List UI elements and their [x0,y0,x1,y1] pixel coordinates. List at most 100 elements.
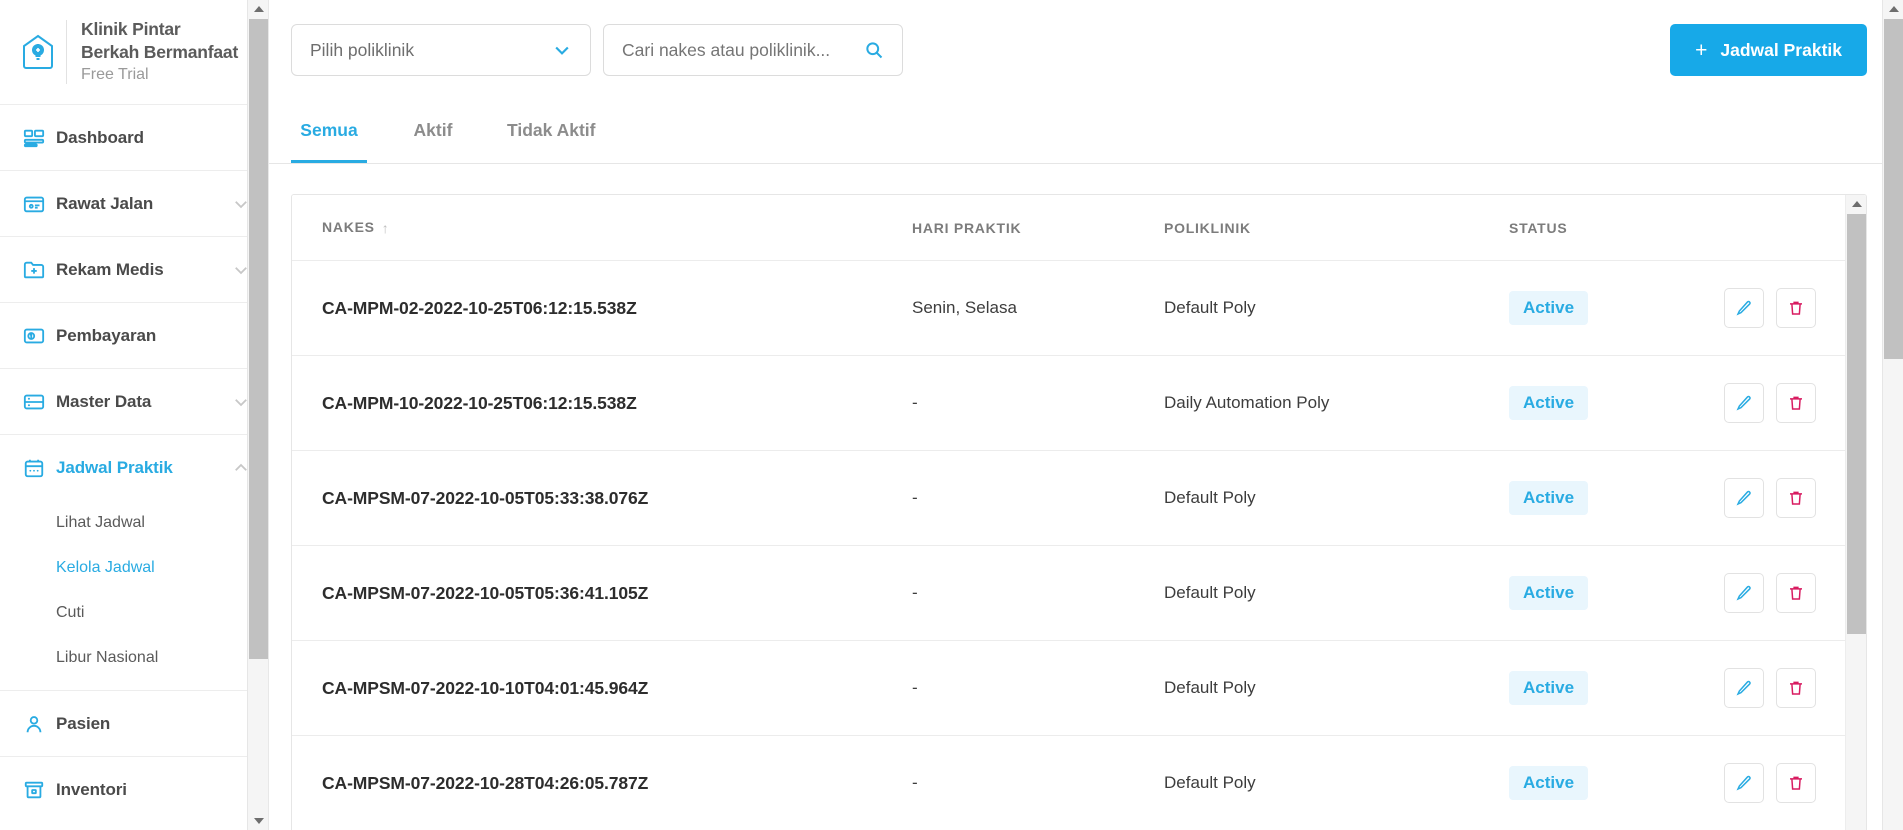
cell-hari-praktik: Senin, Selasa [912,260,1164,356]
table-row[interactable]: CA-MPSM-07-2022-10-05T05:33:38.076Z - De… [292,450,1866,546]
cell-hari-praktik: - [912,355,1164,451]
tab-label: Tidak Aktif [507,120,596,140]
jadwal-praktik-submenu: Lihat Jadwal Kelola Jadwal Cuti Libur Na… [0,500,268,690]
cell-poliklinik: Default Poly [1164,640,1509,736]
page-scrollbar[interactable] [1882,0,1903,830]
sidebar-item-dashboard[interactable]: Dashboard [0,104,268,170]
tab-tidak-aktif[interactable]: Tidak Aktif [499,101,604,163]
brand-text: Klinik Pintar Berkah Bermanfaat Free Tri… [81,18,238,87]
sidebar-item-master-data[interactable]: Master Data [0,368,268,434]
scroll-up-arrow-icon[interactable] [1883,0,1903,18]
schedule-table: NAKES ↑ HARI PRAKTIK POLIKLINIK STATUS C… [292,195,1866,830]
edit-row-button[interactable] [1724,763,1764,803]
delete-row-button[interactable] [1776,763,1816,803]
sidebar-subitem-label: Cuti [56,603,85,621]
column-header-nakes[interactable]: NAKES ↑ [292,195,912,261]
tab-aktif[interactable]: Aktif [395,101,471,163]
dashboard-icon [12,127,56,149]
sidebar-item-rekam-medis[interactable]: Rekam Medis [0,236,268,302]
column-header-status[interactable]: STATUS [1509,195,1724,261]
edit-row-button[interactable] [1724,383,1764,423]
sidebar-subitem-label: Lihat Jadwal [56,513,145,531]
edit-row-button[interactable] [1724,668,1764,708]
cell-hari-praktik: - [912,450,1164,546]
table-row[interactable]: CA-MPM-10-2022-10-25T06:12:15.538Z - Dai… [292,355,1866,451]
add-jadwal-praktik-button[interactable]: + Jadwal Praktik [1670,24,1867,76]
pencil-edit-icon [1735,394,1753,412]
trash-delete-icon [1787,774,1805,792]
sidebar-item-label: Inventori [56,779,127,799]
table-row[interactable]: CA-MPSM-07-2022-10-28T04:26:05.787Z - De… [292,736,1866,830]
cell-nakes: CA-MPSM-07-2022-10-28T04:26:05.787Z [322,772,649,793]
column-header-hari-praktik[interactable]: HARI PRAKTIK [912,195,1164,261]
sidebar-subitem-lihat-jadwal[interactable]: Lihat Jadwal [0,500,268,545]
database-icon [12,391,56,413]
tab-label: Aktif [413,120,453,140]
trash-delete-icon [1787,394,1805,412]
delete-row-button[interactable] [1776,288,1816,328]
sidebar-item-label: Dashboard [56,127,144,147]
cell-hari-praktik: - [912,773,918,792]
table-scrollbar-thumb[interactable] [1847,214,1866,634]
status-badge: Active [1509,481,1589,515]
tab-label: Semua [300,120,358,140]
sidebar-scrollbar[interactable] [247,0,268,830]
cell-poliklinik: Daily Automation Poly [1164,355,1509,451]
trash-delete-icon [1787,584,1805,602]
edit-row-button[interactable] [1724,288,1764,328]
patient-person-icon [12,713,56,735]
table-row[interactable]: CA-MPSM-07-2022-10-10T04:01:45.964Z - De… [292,640,1866,736]
table-header-row: NAKES ↑ HARI PRAKTIK POLIKLINIK STATUS [292,195,1866,261]
search-box[interactable] [603,24,903,76]
outpatient-card-icon [12,193,56,215]
sidebar-item-pembayaran[interactable]: Pembayaran [0,302,268,368]
chevron-down-icon [552,40,572,60]
delete-row-button[interactable] [1776,383,1816,423]
table-scrollbar[interactable] [1845,195,1866,830]
medical-record-folder-icon [12,259,56,281]
column-header-poliklinik[interactable]: POLIKLINIK [1164,195,1509,261]
cell-status: Active [1509,260,1724,356]
poliklinik-select[interactable]: Pilih poliklinik [291,24,591,76]
delete-row-button[interactable] [1776,573,1816,613]
scroll-up-arrow-icon[interactable] [1846,195,1866,213]
app-root: Klinik Pintar Berkah Bermanfaat Free Tri… [0,0,1903,830]
sidebar-subitem-kelola-jadwal[interactable]: Kelola Jadwal [0,545,268,590]
sidebar-scrollbar-thumb[interactable] [249,19,268,659]
sidebar-item-jadwal-praktik[interactable]: Jadwal Praktik [0,434,268,500]
sidebar-item-rawat-jalan[interactable]: Rawat Jalan [0,170,268,236]
table-row[interactable]: CA-MPSM-07-2022-10-05T05:36:41.105Z - De… [292,545,1866,641]
scroll-up-arrow-icon[interactable] [248,0,268,18]
clinic-pin-icon [10,34,66,70]
column-header-label: HARI PRAKTIK [912,219,1022,236]
plan-label: Free Trial [81,65,149,83]
clinic-name-line2: Berkah Bermanfaat [81,41,239,62]
sidebar-item-inventori[interactable]: Inventori [0,756,268,822]
sort-ascending-icon[interactable]: ↑ [382,220,390,236]
table-row[interactable]: CA-MPM-02-2022-10-25T06:12:15.538Z Senin… [292,260,1866,356]
status-badge: Active [1509,766,1589,800]
column-header-label: NAKES [322,219,375,235]
search-icon[interactable] [864,40,884,60]
scroll-down-arrow-icon[interactable] [248,812,268,830]
pencil-edit-icon [1735,679,1753,697]
edit-row-button[interactable] [1724,478,1764,518]
brand-header: Klinik Pintar Berkah Bermanfaat Free Tri… [0,0,268,104]
add-jadwal-praktik-label: Jadwal Praktik [1720,39,1842,60]
cell-poliklinik: Default Poly [1164,545,1509,641]
sidebar-subitem-cuti[interactable]: Cuti [0,590,268,635]
sidebar-subitem-libur-nasional[interactable]: Libur Nasional [0,635,268,680]
cell-status: Active [1509,355,1724,451]
cell-status: Active [1509,640,1724,736]
search-input[interactable] [622,39,864,61]
page-scrollbar-thumb[interactable] [1884,19,1903,359]
edit-row-button[interactable] [1724,573,1764,613]
cell-poliklinik: Default Poly [1164,260,1509,356]
sidebar-item-pasien[interactable]: Pasien [0,690,268,756]
cell-status: Active [1509,545,1724,641]
tab-semua[interactable]: Semua [291,101,367,163]
delete-row-button[interactable] [1776,668,1816,708]
cell-poliklinik: Default Poly [1164,773,1256,792]
delete-row-button[interactable] [1776,478,1816,518]
trash-delete-icon [1787,299,1805,317]
